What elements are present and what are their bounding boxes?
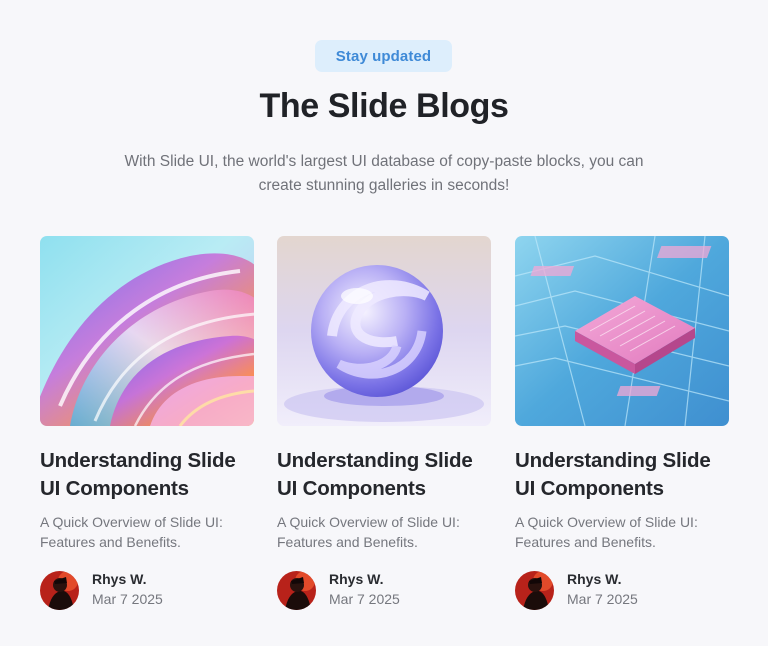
blog-card[interactable]: Understanding Slide UI Components A Quic… (40, 236, 254, 610)
stay-updated-badge: Stay updated (315, 40, 452, 72)
blog-card[interactable]: Understanding Slide UI Components A Quic… (515, 236, 729, 610)
page-title: The Slide Blogs (259, 87, 509, 125)
post-date: Mar 7 2025 (567, 591, 638, 607)
post-title[interactable]: Understanding Slide UI Components (515, 447, 729, 503)
post-date: Mar 7 2025 (92, 591, 163, 607)
post-author: Rhys W. Mar 7 2025 (277, 569, 491, 610)
post-author: Rhys W. Mar 7 2025 (515, 569, 729, 610)
post-author: Rhys W. Mar 7 2025 (40, 569, 254, 610)
circuit-chip-image[interactable] (515, 236, 729, 426)
author-name: Rhys W. (92, 571, 147, 587)
abstract-glass-swirl-image[interactable] (40, 236, 254, 426)
blog-card[interactable]: Understanding Slide UI Components A Quic… (277, 236, 491, 610)
avatar (277, 571, 316, 610)
post-title[interactable]: Understanding Slide UI Components (40, 447, 254, 503)
glass-sphere-image[interactable] (277, 236, 491, 426)
post-description: A Quick Overview of Slide UI: Features a… (40, 514, 223, 550)
author-name: Rhys W. (567, 571, 622, 587)
blog-section: Stay updated The Slide Blogs With Slide … (0, 0, 768, 646)
avatar (515, 571, 554, 610)
post-description: A Quick Overview of Slide UI: Features a… (277, 514, 460, 550)
avatar (40, 571, 79, 610)
page-subtitle: With Slide UI, the world's largest UI da… (124, 153, 644, 194)
post-description: A Quick Overview of Slide UI: Features a… (515, 514, 698, 550)
post-title[interactable]: Understanding Slide UI Components (277, 447, 491, 503)
post-date: Mar 7 2025 (329, 591, 400, 607)
author-name: Rhys W. (329, 571, 384, 587)
